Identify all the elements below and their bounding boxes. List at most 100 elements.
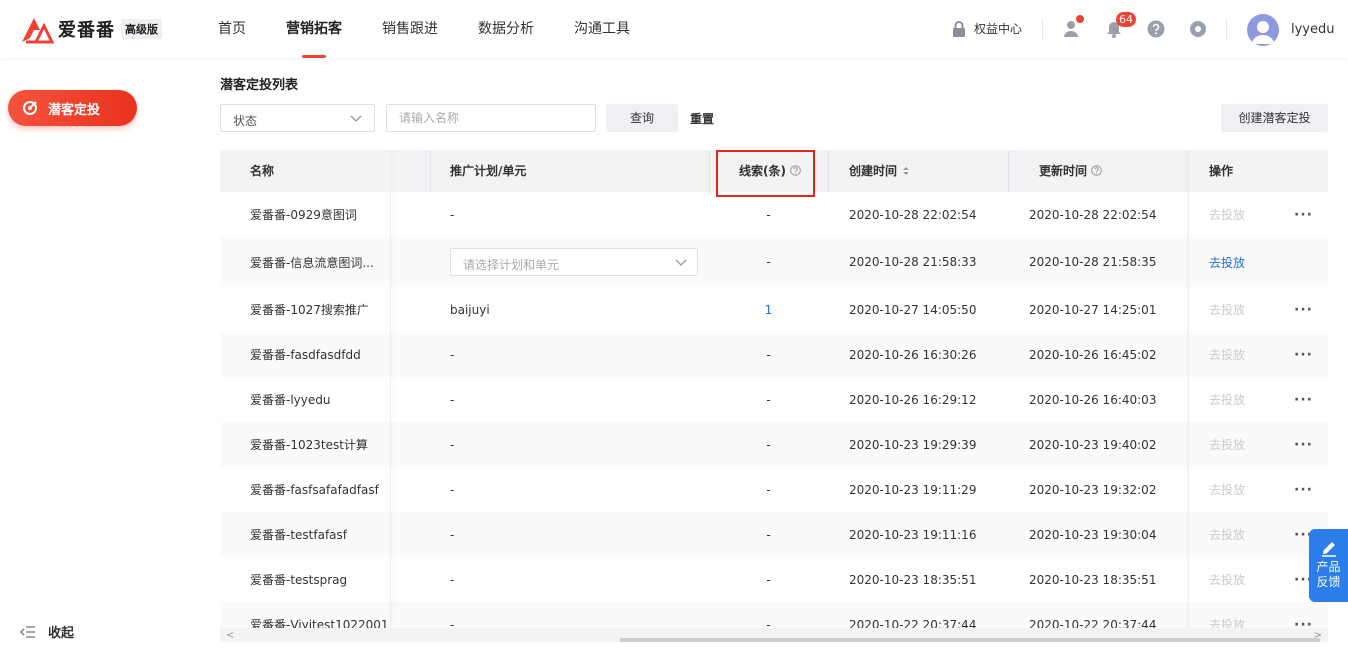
name-cell: 爱番番-lyyedu (250, 393, 331, 407)
deploy-action-link[interactable]: 去投放 (1209, 512, 1245, 557)
deploy-action-link[interactable]: 去投放 (1209, 557, 1245, 602)
table-row[interactable]: 爱番番-1023test计算 - - 2020-10-23 19:29:39 2020-… (220, 422, 1328, 468)
reset-button[interactable]: 重置 (690, 110, 714, 127)
table-row[interactable]: 爱番番-fasdfasdfdd - - 2020-10-26 16:30:26 2020… (220, 332, 1328, 378)
updated-time-cell: 2020-10-27 14:25:01 (1029, 302, 1157, 317)
name-cell: 爱番番-信息流意图词... (250, 255, 374, 270)
scroll-right-arrow-icon[interactable]: > (1314, 630, 1322, 641)
benefit-label: 权益中心 (974, 22, 1023, 36)
sidebar-item-prospect-targeting[interactable]: 潜客定投 (8, 90, 137, 126)
more-actions-icon[interactable]: ··· (1294, 377, 1313, 422)
created-time-cell: 2020-10-28 21:58:33 (849, 255, 977, 269)
status-select[interactable]: 状态 (220, 104, 375, 132)
benefit-center-link[interactable]: 权益中心 (952, 20, 1022, 37)
more-actions-icon[interactable]: ··· (1294, 422, 1313, 467)
plan-cell-text: - (450, 392, 455, 407)
table-row[interactable]: 爱番番-1027搜索推广 baijuyi 1 2020-10-27 14:05:50 2… (220, 287, 1328, 333)
deploy-action-link[interactable]: 去投放 (1209, 192, 1245, 237)
leads-column-highlight-box (716, 150, 815, 197)
table-row[interactable]: 爱番番-Viyitest1022001 - - 2020-10-22 20:37:44… (220, 602, 1328, 628)
settings-gear-icon[interactable] (1189, 20, 1207, 38)
column-header-name: 名称 (250, 164, 275, 178)
created-time-cell: 2020-10-23 19:11:16 (849, 527, 977, 542)
sidebar-collapse-button[interactable]: 收起 (20, 622, 74, 641)
sort-icon[interactable] (901, 165, 911, 177)
column-divider (828, 150, 829, 192)
nav-data-analysis[interactable]: 数据分析 (478, 0, 534, 58)
name-cell: 爱番番-testfafasf (250, 528, 348, 542)
name-cell: 爱番番-testsprag (250, 573, 348, 587)
plan-cell: baijuyi (450, 287, 490, 332)
nav-home[interactable]: 首页 (218, 0, 246, 58)
query-button[interactable]: 查询 (606, 104, 678, 132)
column-header-actions: 操作 (1209, 164, 1234, 178)
help-icon[interactable] (1147, 20, 1165, 38)
app-logo[interactable]: 爱番番 高级版 (20, 14, 162, 44)
fixed-column-shadow-right (1188, 150, 1189, 628)
product-feedback-button[interactable]: 产品 反馈 (1309, 529, 1348, 602)
deploy-action-link[interactable]: 去投放 (1209, 332, 1245, 377)
deploy-action-link[interactable]: 去投放 (1209, 467, 1245, 512)
plan-cell: - (450, 377, 454, 422)
table-row[interactable]: 爱番番-testsprag - - 2020-10-23 18:35:51 2020-1… (220, 557, 1328, 603)
collapse-menu-icon (20, 625, 35, 638)
more-actions-icon[interactable]: ··· (1294, 192, 1313, 237)
plan-cell-text: - (450, 347, 455, 362)
name-cell: 爱番番-1027搜索推广 (250, 303, 369, 317)
nav-communication[interactable]: 沟通工具 (574, 0, 630, 58)
plan-cell-text: - (450, 437, 455, 452)
edit-pen-icon (1321, 542, 1336, 557)
main-content: 潜客定投列表 状态 查询 重置 创建潜客定投 名称 推广计划/单元 线索(条) … (200, 58, 1348, 652)
more-actions-icon[interactable]: ··· (1294, 332, 1313, 377)
horizontal-scrollbar[interactable]: < > (220, 628, 1328, 642)
more-actions-icon[interactable]: ··· (1294, 602, 1313, 629)
more-actions-icon[interactable]: ··· (1294, 287, 1313, 332)
feedback-label-line1: 产品 (1316, 560, 1341, 574)
username[interactable]: lyyedu (1291, 22, 1335, 37)
table-row[interactable]: 爱番番-testfafasf - - 2020-10-23 19:11:16 2020-… (220, 512, 1328, 558)
name-cell: 爱番番-1023test计算 (250, 438, 368, 452)
prospect-table: 名称 推广计划/单元 线索(条) 创建时间 更新时间 操作 爱番番-0929意图… (220, 150, 1328, 628)
table-row[interactable]: 爱番番-fasfsafafadfasf - - 2020-10-23 19:11:29… (220, 467, 1328, 513)
deploy-action-link[interactable]: 去投放 (1209, 602, 1245, 628)
deploy-action-link[interactable]: 去投放 (1209, 422, 1245, 467)
scroll-left-arrow-icon[interactable]: < (226, 630, 234, 641)
chevron-down-icon (350, 115, 362, 122)
plan-unit-select[interactable]: 请选择计划和单元 (450, 248, 698, 276)
column-header-updated: 更新时间 (1039, 150, 1102, 192)
name-cell: 爱番番-0929意图词 (250, 208, 357, 222)
nav-sales-follow[interactable]: 销售跟进 (382, 0, 438, 58)
leads-cell: - (766, 482, 771, 497)
more-actions-icon[interactable]: ··· (1294, 467, 1313, 512)
deploy-action-link[interactable]: 去投放 (1209, 287, 1245, 332)
table-row[interactable]: 爱番番-0929意图词 - - 2020-10-28 22:02:54 2020-10-… (220, 192, 1328, 238)
table-row[interactable]: 爱番番-lyyedu - - 2020-10-26 16:29:12 2020-10-2… (220, 377, 1328, 423)
sidebar: 潜客定投 收起 (0, 58, 200, 652)
create-prospect-targeting-button[interactable]: 创建潜客定投 (1221, 104, 1328, 132)
column-divider (1008, 150, 1009, 192)
updated-header-label: 更新时间 (1039, 164, 1088, 178)
leads-cell: - (766, 392, 771, 407)
leads-cell: - (766, 255, 771, 269)
nav-marketing[interactable]: 营销拓客 (286, 0, 342, 58)
plan-cell: - (450, 557, 454, 602)
deploy-action-link[interactable]: 去投放 (1209, 377, 1245, 422)
deploy-action-link[interactable]: 去投放 (1209, 237, 1245, 287)
logo-text: 爱番番 (58, 20, 115, 41)
plan-cell-text: - (450, 572, 455, 587)
name-search-input[interactable] (386, 104, 596, 132)
user-avatar[interactable] (1247, 14, 1279, 46)
scrollbar-thumb[interactable] (620, 638, 1320, 642)
updated-time-cell: 2020-10-28 22:02:54 (1029, 207, 1157, 222)
avatar-person-icon (1252, 21, 1274, 44)
table-row[interactable]: 爱番番-信息流意图词... 请选择计划和单元 - 2020-10-28 21:58:3… (220, 237, 1328, 288)
sidebar-item-label: 潜客定投 (48, 102, 101, 118)
updated-time-cell: 2020-10-26 16:45:02 (1029, 347, 1157, 362)
leads-cell: - (766, 527, 771, 542)
leads-cell[interactable]: 1 (709, 287, 828, 332)
updated-time-cell: 2020-10-23 19:32:02 (1029, 482, 1157, 497)
info-icon[interactable] (1091, 165, 1102, 176)
created-time-cell: 2020-10-23 18:35:51 (849, 572, 977, 587)
logo-icon (22, 18, 54, 44)
plan-cell: - (450, 512, 454, 557)
